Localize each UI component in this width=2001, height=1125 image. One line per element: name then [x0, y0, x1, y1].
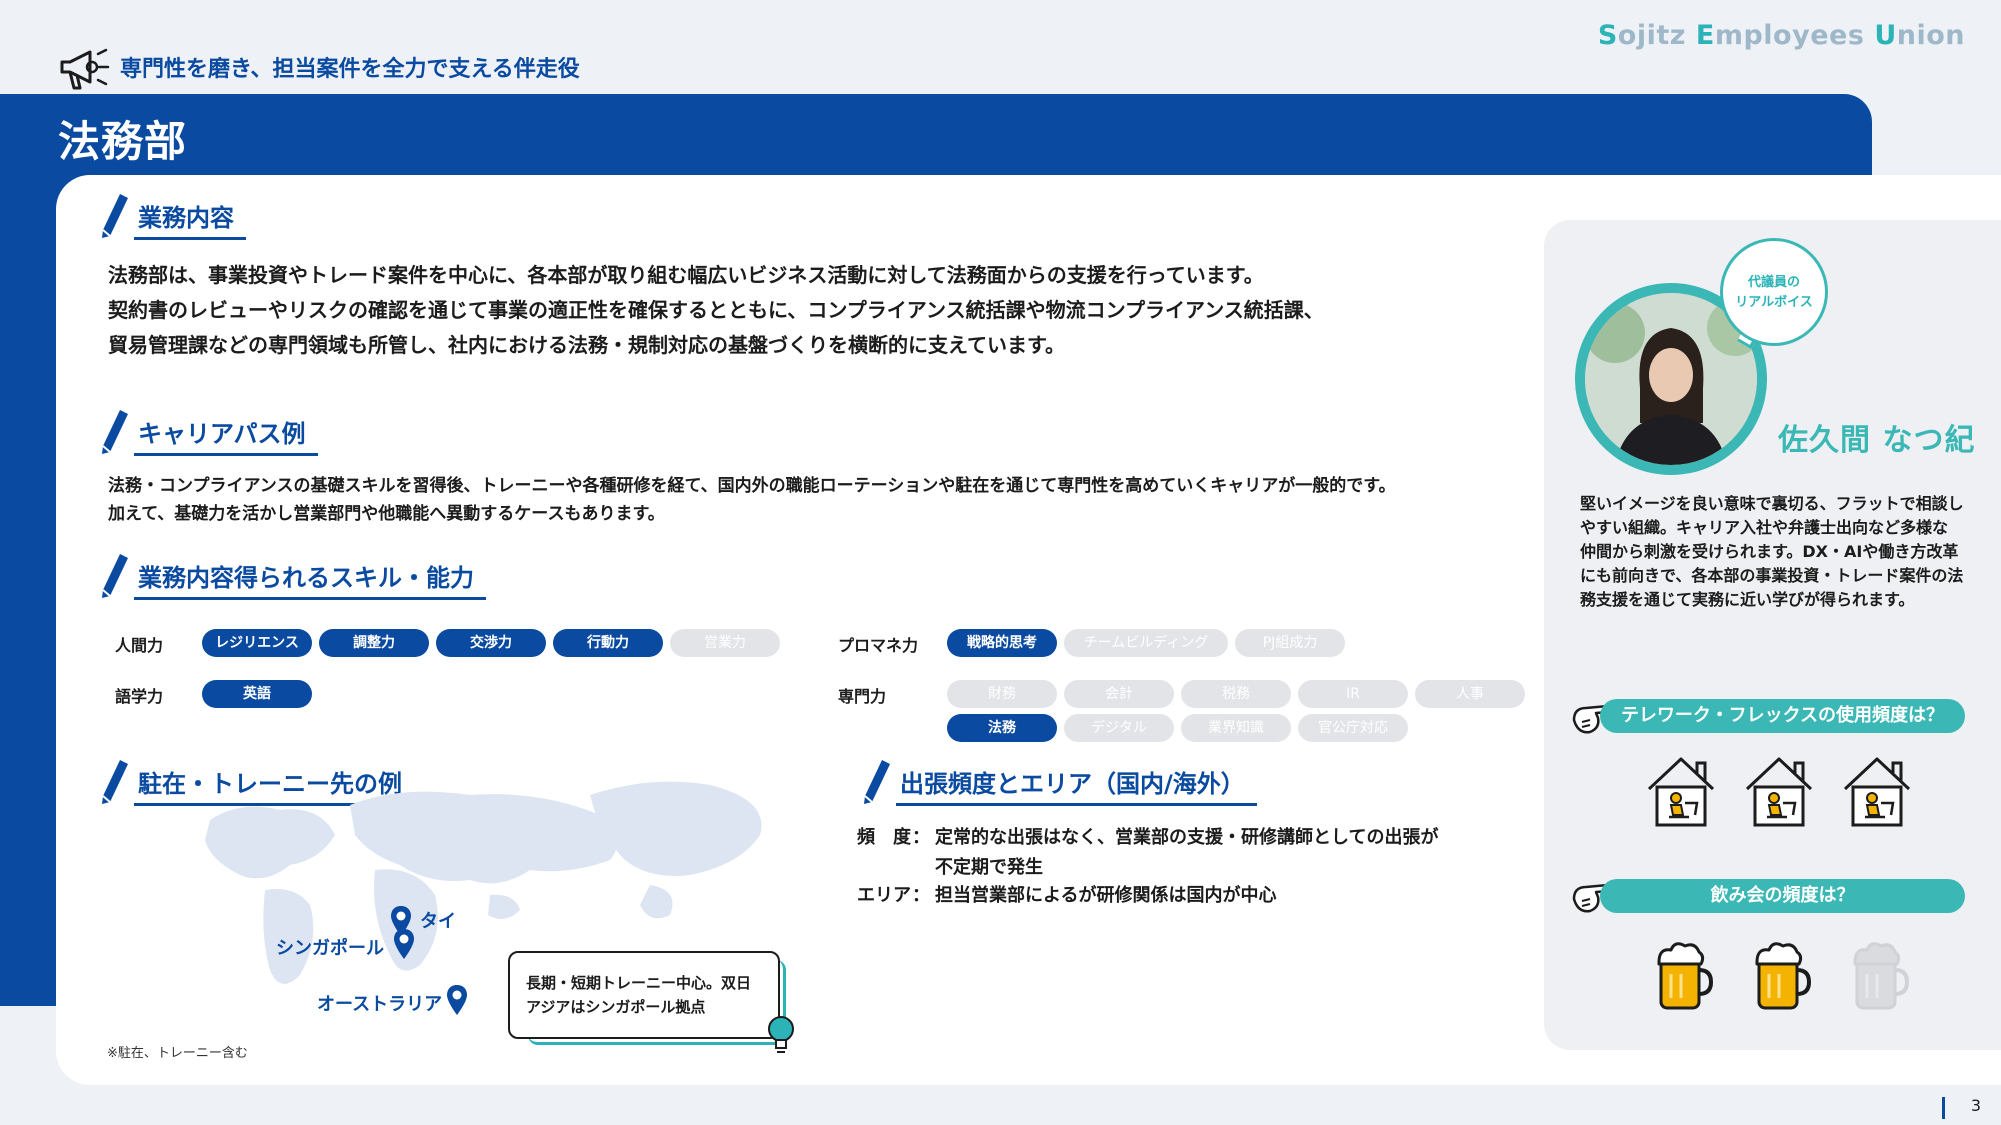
skill-pill: 業界知識: [1181, 714, 1291, 742]
megaphone-icon: [60, 48, 110, 90]
section-title-career: キャリアパス例: [134, 414, 318, 456]
skill-label-specialty: 専門力: [838, 687, 887, 706]
logo-fragment: ojitz: [1617, 20, 1696, 51]
location-pin-icon: [394, 929, 414, 959]
lightbulb-icon: [768, 1016, 794, 1053]
skill-pill: 会計: [1064, 680, 1174, 708]
career-description: 法務・コンプライアンスの基礎スキルを習得後、トレーニーや各種研修を経て、国内外の…: [108, 472, 1396, 528]
skill-pill: IR: [1298, 680, 1408, 708]
travel-frequency-text: 定常的な出張はなく、営業部の支援・研修講師としての出張が 不定期で発生: [935, 823, 1438, 883]
travel-frequency-line: 定常的な出張はなく、営業部の支援・研修講師としての出張が: [935, 827, 1439, 848]
work-line: 法務部は、事業投資やトレード案件を中心に、各本部が取り組む幅広いビジネス活動に対…: [108, 263, 1264, 287]
work-description: 法務部は、事業投資やトレード案件を中心に、各本部が取り組む幅広いビジネス活動に対…: [108, 258, 1324, 363]
skill-pill: 戦略的思考: [947, 629, 1057, 657]
skill-pill: 行動力: [553, 629, 663, 657]
section-heading-career: キャリアパス例: [100, 408, 318, 456]
pencil-icon: [102, 760, 128, 804]
real-voice-bubble: 代議員の リアルボイス: [1720, 238, 1828, 346]
skill-label-language: 語学力: [115, 687, 164, 706]
bubble-line: 代議員の: [1747, 275, 1800, 290]
beer-icon: [1851, 938, 1910, 1016]
work-line: 契約書のレビューやリスクの確認を通じて事業の適正性を確保するとともに、コンプライ…: [108, 298, 1324, 322]
page-number-divider: [1942, 1097, 1945, 1119]
section-title-work: 業務内容: [134, 198, 246, 240]
city-label-thailand: タイ: [420, 911, 456, 932]
city-label-singapore: シンガポール: [276, 938, 384, 959]
pencil-icon: [102, 554, 128, 598]
postings-callout: 長期・短期トレーニー中心。双日 アジアはシンガポール拠点: [508, 951, 780, 1039]
logo-fragment: S: [1597, 20, 1618, 51]
skill-label-promane: プロマネ力: [838, 636, 919, 655]
career-line: 加えて、基礎力を活かし営業部門や他職能へ異動するケースもあります。: [108, 504, 665, 524]
pencil-icon: [864, 760, 890, 804]
drinking-question: 飲み会の頻度は？: [1600, 879, 1965, 913]
skill-label-human: 人間力: [115, 636, 164, 655]
travel-frequency-line: 不定期で発生: [935, 857, 1043, 878]
telework-icon: [1841, 755, 1913, 833]
page-number: 3: [1970, 1096, 1981, 1115]
travel-area-text: 担当営業部によるが研修関係は国内が中心: [935, 885, 1277, 906]
section-heading-travel: 出張頻度とエリア（国内/海外）: [862, 758, 1257, 806]
voice-line: 仲間から刺激を受けられます。DX・AIや働き方改革: [1580, 542, 1959, 561]
skill-pill: 調整力: [319, 629, 429, 657]
pencil-icon: [102, 410, 128, 454]
career-line: 法務・コンプライアンスの基礎スキルを習得後、トレーニーや各種研修を経て、国内外の…: [108, 476, 1396, 496]
bubble-line: リアルボイス: [1735, 295, 1813, 310]
skill-pill: 官公庁対応: [1298, 714, 1408, 742]
work-line: 貿易管理課などの専門領域も所管し、社内における法務・規制対応の基盤づくりを横断的…: [108, 333, 1065, 357]
beer-icon: [1655, 938, 1714, 1016]
skill-pill: 財務: [947, 680, 1057, 708]
travel-area-sep: ：: [912, 885, 930, 906]
department-title: 法務部: [58, 117, 188, 166]
section-heading-work: 業務内容: [100, 192, 246, 240]
section-title-skills: 業務内容得られるスキル・能力: [134, 558, 486, 600]
pencil-icon: [102, 194, 128, 238]
skill-pill: 営業力: [670, 629, 780, 657]
employee-name: 佐久間 なつ紀: [1778, 423, 1976, 458]
city-label-australia: オーストラリア: [317, 994, 443, 1015]
telework-icon: [1645, 755, 1717, 833]
logo-fragment: U: [1874, 20, 1897, 51]
voice-line: 務支援を通じて実務に近い学びが得られます。: [1580, 590, 1915, 609]
voice-line: やすい組織。キャリア入社や弁護士出向など多様な: [1580, 518, 1949, 537]
travel-frequency-label: 頻 度: [857, 827, 911, 848]
voice-comment: 堅いイメージを良い意味で裏切る、フラットで相談し やすい組織。キャリア入社や弁護…: [1580, 492, 1980, 612]
logo-fragment: nion: [1896, 20, 1965, 51]
skill-pill: 税務: [1181, 680, 1291, 708]
skill-pill: チームビルディング: [1064, 629, 1228, 657]
section-heading-skills: 業務内容得られるスキル・能力: [100, 552, 486, 600]
skill-pill: PJ組成力: [1235, 629, 1345, 657]
skill-pill: 交渉力: [436, 629, 546, 657]
logo-fragment: E: [1695, 20, 1715, 51]
postings-note: ※駐在、トレーニー含む: [107, 1046, 248, 1061]
beer-icon: [1753, 938, 1812, 1016]
travel-frequency-sep: ：: [912, 827, 930, 848]
telework-question: テレワーク・フレックスの使用頻度は？: [1600, 699, 1965, 733]
skill-pill: 人事: [1415, 680, 1525, 708]
skill-pill: デジタル: [1064, 714, 1174, 742]
callout-line: アジアはシンガポール拠点: [526, 998, 706, 1016]
voice-line: 堅いイメージを良い意味で裏切る、フラットで相談し: [1580, 494, 1964, 513]
telework-icon: [1743, 755, 1815, 833]
callout-line: 長期・短期トレーニー中心。双日: [526, 974, 752, 992]
skill-pill: レジリエンス: [202, 629, 312, 657]
skill-pill: 法務: [947, 714, 1057, 742]
tagline-text: 専門性を磨き、担当案件を全力で支える伴走役: [120, 57, 580, 82]
section-title-travel: 出張頻度とエリア（国内/海外）: [896, 764, 1257, 806]
skill-pill: 英語: [202, 680, 312, 708]
voice-line: にも前向きで、各本部の事業投資・トレード案件の法: [1580, 566, 1964, 585]
sojitz-union-logo: Sojitz Employees Union: [1598, 20, 1965, 51]
tagline: 専門性を磨き、担当案件を全力で支える伴走役: [56, 42, 580, 92]
logo-fragment: mployees: [1714, 20, 1875, 51]
travel-area-label: エリア: [857, 885, 911, 906]
location-pin-icon: [447, 985, 467, 1015]
